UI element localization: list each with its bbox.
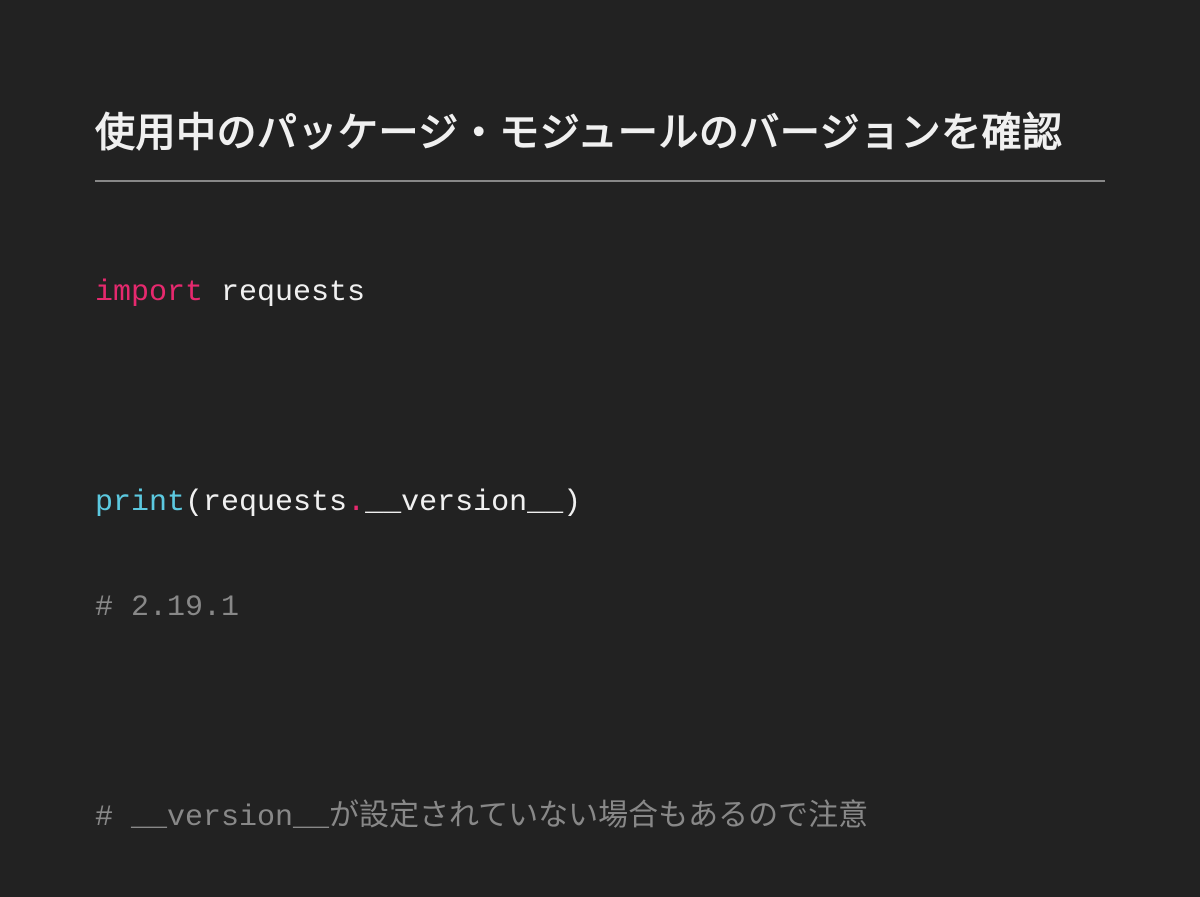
code-block: import requests print(requests.__version… — [95, 214, 1105, 897]
attribute-name: __version__ — [365, 486, 563, 520]
code-comment-output: # 2.19.1 — [95, 582, 1105, 635]
paren-close: ) — [563, 486, 581, 520]
code-line-blank-1 — [95, 372, 1105, 425]
keyword-import: import — [95, 276, 203, 310]
module-name: requests — [203, 276, 365, 310]
code-line-blank-2 — [95, 687, 1105, 740]
code-line-1: import requests — [95, 267, 1105, 320]
code-comment-note: # __version__が設定されていない場合もあるので注意 — [95, 792, 1105, 845]
page-title: 使用中のパッケージ・モジュールのバージョンを確認 — [95, 100, 1105, 182]
code-line-3: print(requests.__version__) — [95, 477, 1105, 530]
func-print: print — [95, 486, 185, 520]
dot-operator: . — [347, 486, 365, 520]
paren-open: ( — [185, 486, 203, 520]
object-name: requests — [203, 486, 347, 520]
